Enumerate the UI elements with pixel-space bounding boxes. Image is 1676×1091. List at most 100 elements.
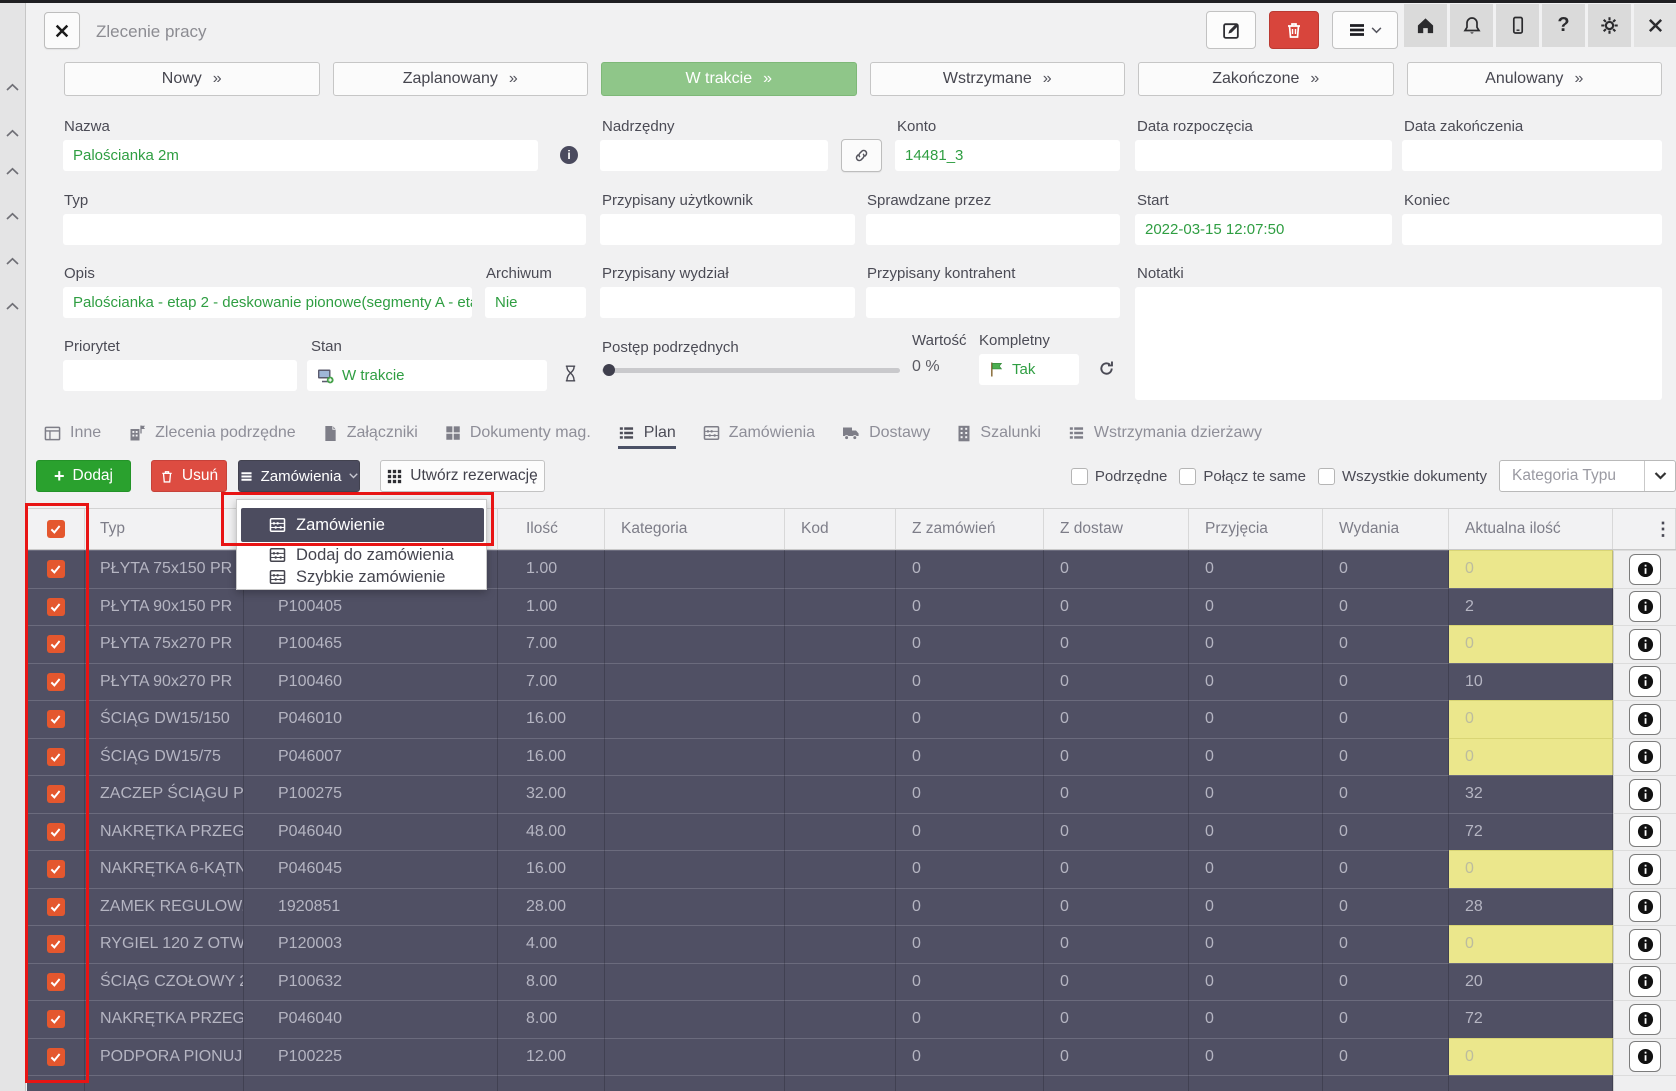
- column-header-0[interactable]: [27, 509, 85, 549]
- menu-button[interactable]: [1332, 11, 1398, 49]
- kompletny-field[interactable]: Tak: [979, 354, 1079, 385]
- help-button[interactable]: ?: [1542, 4, 1585, 47]
- refresh-icon[interactable]: [1098, 360, 1115, 382]
- delete-button[interactable]: [1269, 11, 1319, 49]
- menu-item-2[interactable]: Szybkie zamówienie: [241, 566, 484, 588]
- data_zakonczenia-field[interactable]: [1402, 140, 1662, 171]
- column-header-7[interactable]: Z dostaw: [1044, 509, 1189, 549]
- przypisany_wydzial-field[interactable]: [600, 287, 855, 318]
- stan-field[interactable]: W trakcie: [307, 360, 547, 391]
- info-icon[interactable]: i: [560, 146, 578, 164]
- start-field[interactable]: 2022-03-15 12:07:50: [1135, 214, 1392, 245]
- data_rozpoczecia-field[interactable]: [1135, 140, 1392, 171]
- delete-rows-button[interactable]: Usuń: [151, 460, 227, 492]
- row-info-button[interactable]: [1629, 1004, 1661, 1035]
- column-header-10[interactable]: Aktualna ilość: [1449, 509, 1613, 549]
- tab-wstrzymania-dzier-awy[interactable]: Wstrzymania dzierżawy: [1068, 424, 1262, 449]
- opis-field[interactable]: Palościanka - etap 2 - deskowanie pionow…: [63, 287, 472, 318]
- column-menu-icon[interactable]: ⋮: [1654, 519, 1672, 540]
- sprawdzane_przez-field[interactable]: [866, 214, 1120, 245]
- row-info-button[interactable]: [1629, 779, 1661, 810]
- row-info-button[interactable]: [1629, 816, 1661, 847]
- koniec-field[interactable]: [1402, 214, 1662, 245]
- select-all-checkbox[interactable]: [47, 520, 65, 538]
- orders-dropdown-button[interactable]: Zamówienia: [238, 460, 360, 492]
- mobile-button[interactable]: [1496, 4, 1539, 47]
- row-checkbox[interactable]: [47, 898, 65, 916]
- status-button-0[interactable]: Nowy»: [64, 62, 320, 96]
- menu-item-0[interactable]: Zamówienie: [241, 508, 484, 542]
- row-info-button[interactable]: [1629, 591, 1661, 622]
- status-button-4[interactable]: Zakończone»: [1138, 62, 1394, 96]
- checkbox[interactable]: [1179, 468, 1196, 485]
- link-button[interactable]: [841, 139, 882, 172]
- rail-chevron-up-icon[interactable]: [6, 297, 19, 315]
- row-info-button[interactable]: [1629, 854, 1661, 885]
- notatki-textarea[interactable]: [1135, 287, 1662, 400]
- home-button[interactable]: [1404, 4, 1447, 47]
- row-info-button[interactable]: [1629, 554, 1661, 585]
- row-info-button[interactable]: [1629, 666, 1661, 697]
- status-button-1[interactable]: Zaplanowany»: [333, 62, 589, 96]
- column-header-3[interactable]: Ilość: [498, 509, 605, 549]
- status-button-2[interactable]: W trakcie»: [601, 62, 857, 96]
- row-info-button[interactable]: [1629, 1041, 1661, 1072]
- row-info-button[interactable]: [1629, 929, 1661, 960]
- tab-szalunki[interactable]: Szalunki: [957, 424, 1040, 449]
- column-header-6[interactable]: Z zamówień: [896, 509, 1044, 549]
- typ-field[interactable]: [63, 214, 586, 245]
- tab-zlecenia-podrz-dne[interactable]: Zlecenia podrzędne: [128, 424, 296, 449]
- priorytet-field[interactable]: [63, 360, 297, 391]
- row-checkbox[interactable]: [47, 635, 65, 653]
- progress-slider-handle[interactable]: [603, 364, 615, 376]
- konto-field[interactable]: 14481_3: [895, 140, 1120, 171]
- rail-chevron-up-icon[interactable]: [6, 252, 19, 270]
- status-button-3[interactable]: Wstrzymane»: [870, 62, 1126, 96]
- row-info-button[interactable]: [1629, 629, 1661, 660]
- tab-za-czniki[interactable]: Załączniki: [323, 424, 418, 449]
- przypisany_uzytkownik-field[interactable]: [600, 214, 855, 245]
- column-header-8[interactable]: Przyjęcia: [1189, 509, 1323, 549]
- row-info-button[interactable]: [1629, 891, 1661, 922]
- row-info-button[interactable]: [1629, 741, 1661, 772]
- rail-chevron-up-icon[interactable]: [6, 162, 19, 180]
- tab-dostawy[interactable]: Dostawy: [842, 424, 930, 449]
- archiwum-field[interactable]: Nie: [485, 287, 586, 318]
- column-header-9[interactable]: Wydania: [1323, 509, 1449, 549]
- notifications-button[interactable]: [1450, 4, 1493, 47]
- row-checkbox[interactable]: [47, 860, 65, 878]
- row-checkbox[interactable]: [47, 560, 65, 578]
- rail-chevron-up-icon[interactable]: [6, 78, 19, 96]
- edit-button[interactable]: [1206, 11, 1256, 49]
- create-reservation-button[interactable]: Utwórz rezerwację: [380, 460, 545, 492]
- row-checkbox[interactable]: [47, 748, 65, 766]
- nazwa-field[interactable]: Palościanka 2m: [63, 140, 538, 171]
- row-checkbox[interactable]: [47, 785, 65, 803]
- column-header-1[interactable]: Typ: [85, 509, 244, 549]
- status-button-5[interactable]: Anulowany»: [1407, 62, 1663, 96]
- tab-dokumenty-mag-[interactable]: Dokumenty mag.: [445, 424, 591, 449]
- tab-plan[interactable]: Plan: [618, 424, 676, 449]
- tab-inne[interactable]: Inne: [44, 424, 101, 449]
- column-header-4[interactable]: Kategoria: [605, 509, 785, 549]
- checkbox[interactable]: [1318, 468, 1335, 485]
- close-panel-button[interactable]: [44, 12, 80, 49]
- row-checkbox[interactable]: [47, 710, 65, 728]
- row-checkbox[interactable]: [47, 973, 65, 991]
- row-checkbox[interactable]: [47, 673, 65, 691]
- row-checkbox[interactable]: [47, 823, 65, 841]
- rail-chevron-up-icon[interactable]: [6, 207, 19, 225]
- row-checkbox[interactable]: [47, 1048, 65, 1066]
- row-info-button[interactable]: [1629, 966, 1661, 997]
- rail-chevron-up-icon[interactable]: [6, 124, 19, 142]
- row-checkbox[interactable]: [47, 935, 65, 953]
- row-checkbox[interactable]: [47, 1010, 65, 1028]
- close-button[interactable]: [1634, 4, 1676, 47]
- add-button[interactable]: + Dodaj: [36, 460, 131, 492]
- progress-slider-track[interactable]: [602, 368, 900, 373]
- tab-zam-wienia[interactable]: Zamówienia: [703, 424, 815, 449]
- kategoria-typu-select[interactable]: Kategoria Typu: [1499, 460, 1676, 492]
- row-checkbox[interactable]: [47, 598, 65, 616]
- row-info-button[interactable]: [1629, 704, 1661, 735]
- nadrzedny-field[interactable]: [600, 140, 828, 171]
